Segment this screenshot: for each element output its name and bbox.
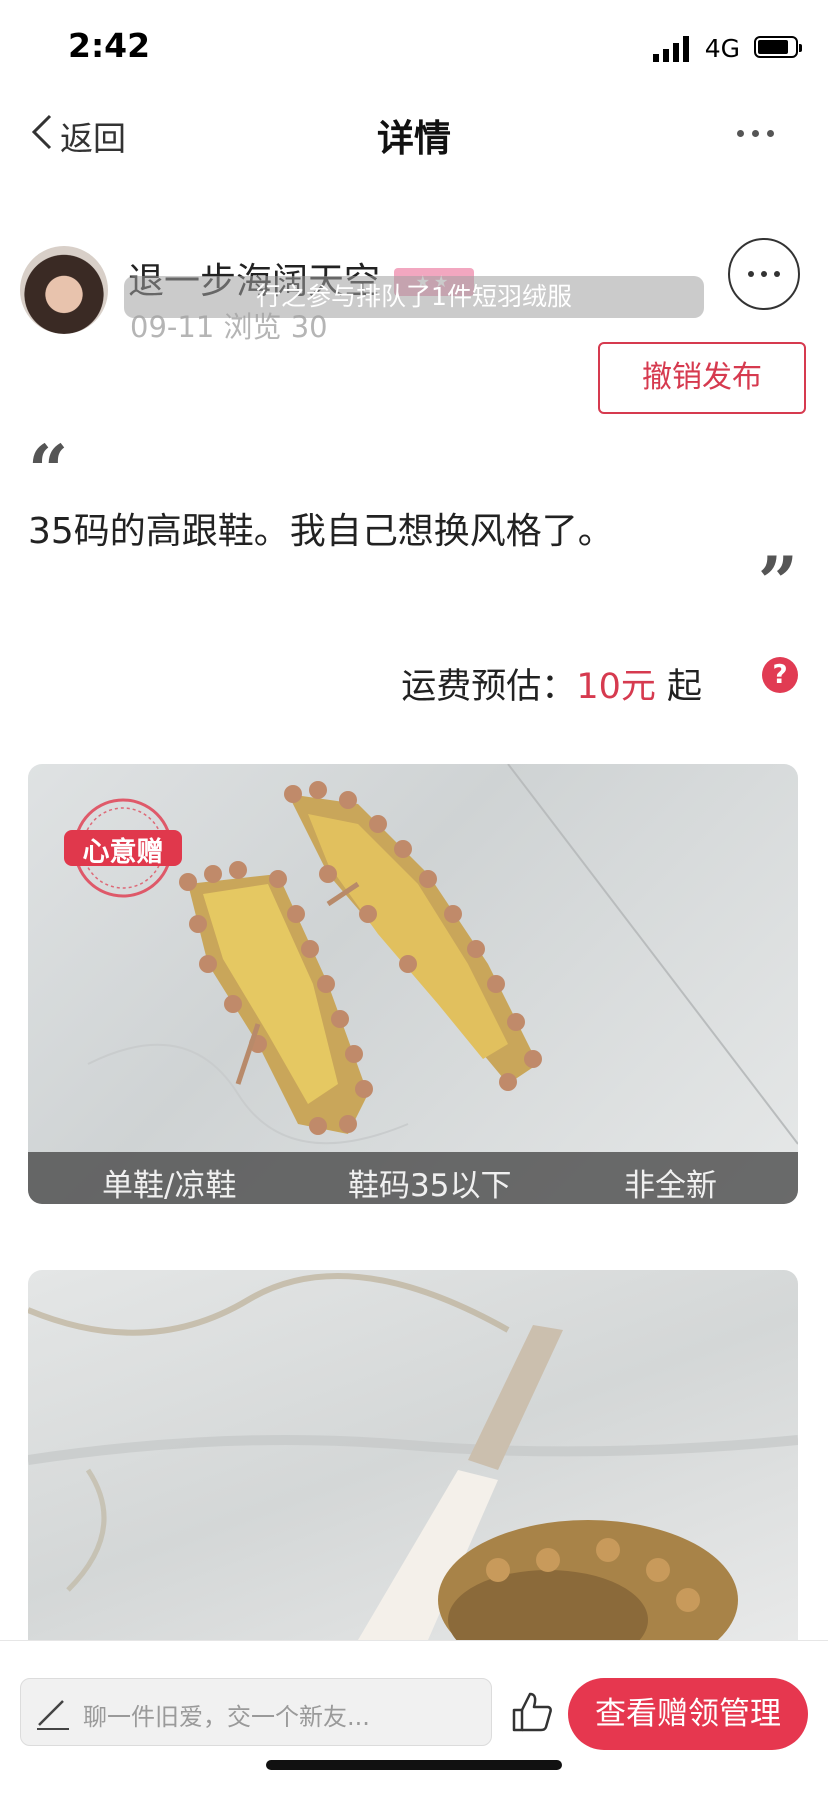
tag-size: 鞋码35以下 — [348, 1168, 512, 1204]
shipping-price: 10元 — [576, 667, 656, 707]
product-photo[interactable]: 心意赠 单鞋/凉鞋 鞋码35以下 非全新 — [28, 764, 798, 1204]
gift-stamp-label: 心意赠 — [82, 837, 164, 868]
tag-condition: 非全新 — [624, 1168, 717, 1204]
shipping-estimate: 运费预估：10元 起 — [401, 658, 702, 709]
network-type: 4G — [704, 34, 740, 63]
activity-toast: 行之参与排队了1件短羽绒服 — [124, 276, 704, 318]
thumbs-up-icon[interactable] — [510, 1690, 554, 1734]
signal-icon — [653, 36, 689, 62]
shoe-closeup-image — [28, 1273, 798, 1640]
view-gift-management-button[interactable]: 查看赠领管理 — [568, 1678, 808, 1750]
tag-bar: 单鞋/凉鞋 鞋码35以下 非全新 — [28, 1152, 798, 1204]
post-options-button[interactable] — [728, 238, 800, 310]
avatar[interactable] — [20, 246, 108, 334]
shipping-suffix: 起 — [655, 667, 702, 707]
shipping-label: 运费预估： — [401, 667, 577, 707]
revoke-button[interactable]: 撤销发布 — [598, 342, 806, 414]
tag-category: 单鞋/凉鞋 — [102, 1168, 237, 1204]
battery-icon — [754, 36, 802, 58]
home-indicator — [266, 1760, 562, 1770]
pen-icon — [37, 1700, 69, 1730]
comment-input[interactable]: 聊一件旧爱，交一个新友... — [20, 1678, 492, 1746]
post-description: 35码的高跟鞋。我自己想换风格了。 — [28, 511, 614, 552]
quote-open-icon: “ — [28, 429, 69, 512]
quote-close-icon: ” — [757, 541, 798, 624]
status-time: 2:42 — [68, 26, 151, 65]
page-title: 详情 — [377, 117, 451, 160]
help-icon[interactable]: ? — [762, 657, 798, 693]
more-icon[interactable] — [737, 130, 774, 137]
product-photo-2[interactable] — [28, 1270, 798, 1640]
comment-placeholder: 聊一件旧爱，交一个新友... — [83, 1703, 370, 1731]
